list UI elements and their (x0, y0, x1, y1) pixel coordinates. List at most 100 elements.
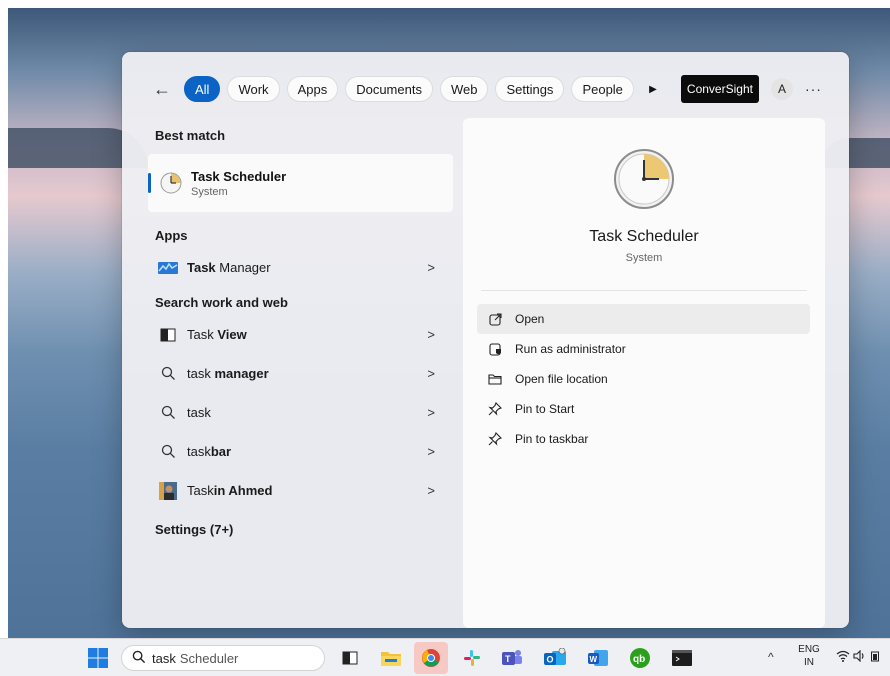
settings-heading[interactable]: Settings (7+) (148, 516, 453, 542)
slack-icon[interactable] (461, 646, 483, 670)
region-code: IN (804, 657, 814, 668)
teams-icon[interactable]: T (500, 646, 524, 670)
task-manager-icon (158, 258, 178, 278)
action-label: Pin to taskbar (515, 432, 589, 446)
pin-to-start-button[interactable]: Pin to Start (477, 394, 810, 424)
apps-heading: Apps (155, 227, 188, 243)
best-match-heading: Best match (155, 127, 226, 143)
svg-text:T: T (505, 654, 511, 664)
svg-text:qb: qb (633, 654, 645, 665)
open-file-location-button[interactable]: Open file location (477, 364, 810, 394)
chevron-right-icon: > (427, 366, 435, 381)
list-item-bold: manager (214, 366, 269, 381)
search-suggestion: Scheduler (179, 650, 239, 666)
divider (481, 290, 807, 291)
tab-people[interactable]: People (571, 76, 634, 102)
avatar[interactable]: A (770, 78, 793, 100)
search-icon (158, 442, 178, 462)
shield-admin-icon (487, 341, 503, 357)
pin-icon (487, 431, 503, 447)
org-badge[interactable]: ConverSight (680, 75, 759, 103)
svg-text:W: W (590, 655, 598, 664)
more-filters-play-icon[interactable]: ▶ (643, 76, 663, 102)
detail-subtitle: System (625, 252, 663, 264)
action-list: Open Run as administrator Open file loca… (477, 304, 810, 454)
list-item-task-manager[interactable]: Task Manager > (148, 248, 453, 287)
taskbar: task Scheduler T O W qb ^ ENG IN (0, 638, 890, 676)
action-label: Run as administrator (515, 342, 626, 356)
word-icon[interactable]: W (586, 646, 610, 670)
windows-start-icon[interactable] (86, 646, 110, 670)
taskbar-search-input[interactable]: task Scheduler (121, 645, 325, 671)
tab-apps[interactable]: Apps (286, 76, 339, 102)
chevron-up-icon[interactable]: ^ (768, 650, 774, 664)
list-item-bold: in Ahmed (213, 483, 273, 498)
chevron-right-icon: > (427, 260, 435, 275)
tab-web[interactable]: Web (439, 76, 489, 102)
list-item-label: Manager (215, 260, 271, 275)
back-button[interactable]: ← (150, 77, 174, 101)
list-item-bold: View (217, 327, 247, 342)
run-as-admin-button[interactable]: Run as administrator (477, 334, 810, 364)
web-heading: Search work and web (155, 294, 288, 310)
open-external-icon (487, 311, 503, 327)
list-item-label: task (187, 405, 211, 420)
chrome-icon[interactable] (414, 642, 448, 674)
language-indicator[interactable]: ENG IN (798, 643, 820, 669)
terminal-icon[interactable] (670, 646, 694, 670)
search-icon (132, 650, 146, 667)
list-item-taskbar[interactable]: taskbar > (148, 432, 453, 471)
search-icon (158, 364, 178, 384)
list-item-task-view[interactable]: Task View > (148, 315, 453, 354)
battery-icon (870, 651, 879, 665)
best-match-item[interactable]: Task Scheduler System (148, 154, 453, 212)
chevron-right-icon: > (427, 444, 435, 459)
svg-text:O: O (547, 655, 554, 665)
search-query: task (152, 650, 176, 666)
pin-icon (487, 401, 503, 417)
action-label: Open (515, 312, 545, 326)
volume-icon (853, 649, 870, 665)
action-label: Open file location (515, 372, 608, 386)
clock-icon (160, 172, 182, 194)
task-view-icon (158, 325, 178, 345)
action-label: Pin to Start (515, 402, 575, 416)
outlook-icon[interactable]: O (542, 646, 568, 670)
filter-bar: ← All Work Apps Documents Web Settings P… (150, 75, 822, 103)
clock-icon (613, 148, 675, 210)
detail-pane: Task Scheduler System Open Run as admini… (463, 118, 825, 628)
list-item-bold: bar (210, 444, 232, 459)
tab-all[interactable]: All (184, 76, 221, 102)
chevron-right-icon: > (427, 483, 435, 498)
tab-documents[interactable]: Documents (345, 76, 433, 102)
search-panel: ← All Work Apps Documents Web Settings P… (122, 52, 849, 628)
detail-title: Task Scheduler (589, 228, 699, 245)
person-avatar-icon (158, 481, 178, 501)
more-options-button[interactable]: ··· (805, 81, 822, 97)
pin-to-taskbar-button[interactable]: Pin to taskbar (477, 424, 810, 454)
list-item-label: task (187, 444, 211, 459)
selection-indicator (148, 173, 151, 193)
system-tray[interactable] (836, 649, 879, 665)
search-icon (158, 403, 178, 423)
chevron-right-icon: > (427, 327, 435, 342)
task-view-icon[interactable] (340, 646, 360, 670)
list-item-task[interactable]: task > (148, 393, 453, 432)
wifi-icon (836, 650, 853, 665)
list-item-task-manager-web[interactable]: task manager > (148, 354, 453, 393)
results-list: Best match Task Scheduler System Apps Ta… (148, 122, 453, 542)
list-item-bold: Task (187, 260, 216, 275)
folder-icon (487, 371, 503, 387)
chevron-right-icon: > (427, 405, 435, 420)
list-item-label: Task (187, 483, 214, 498)
list-item-taskin-ahmed[interactable]: Taskin Ahmed > (148, 471, 453, 510)
file-explorer-icon[interactable] (380, 646, 402, 670)
tab-work[interactable]: Work (227, 76, 280, 102)
quickbooks-icon[interactable]: qb (628, 646, 652, 670)
best-match-title: Task Scheduler (191, 168, 287, 184)
open-button[interactable]: Open (477, 304, 810, 334)
list-item-label: task (187, 366, 215, 381)
language-code: ENG (798, 644, 820, 655)
best-match-subtitle: System (191, 185, 228, 198)
tab-settings[interactable]: Settings (495, 76, 565, 102)
